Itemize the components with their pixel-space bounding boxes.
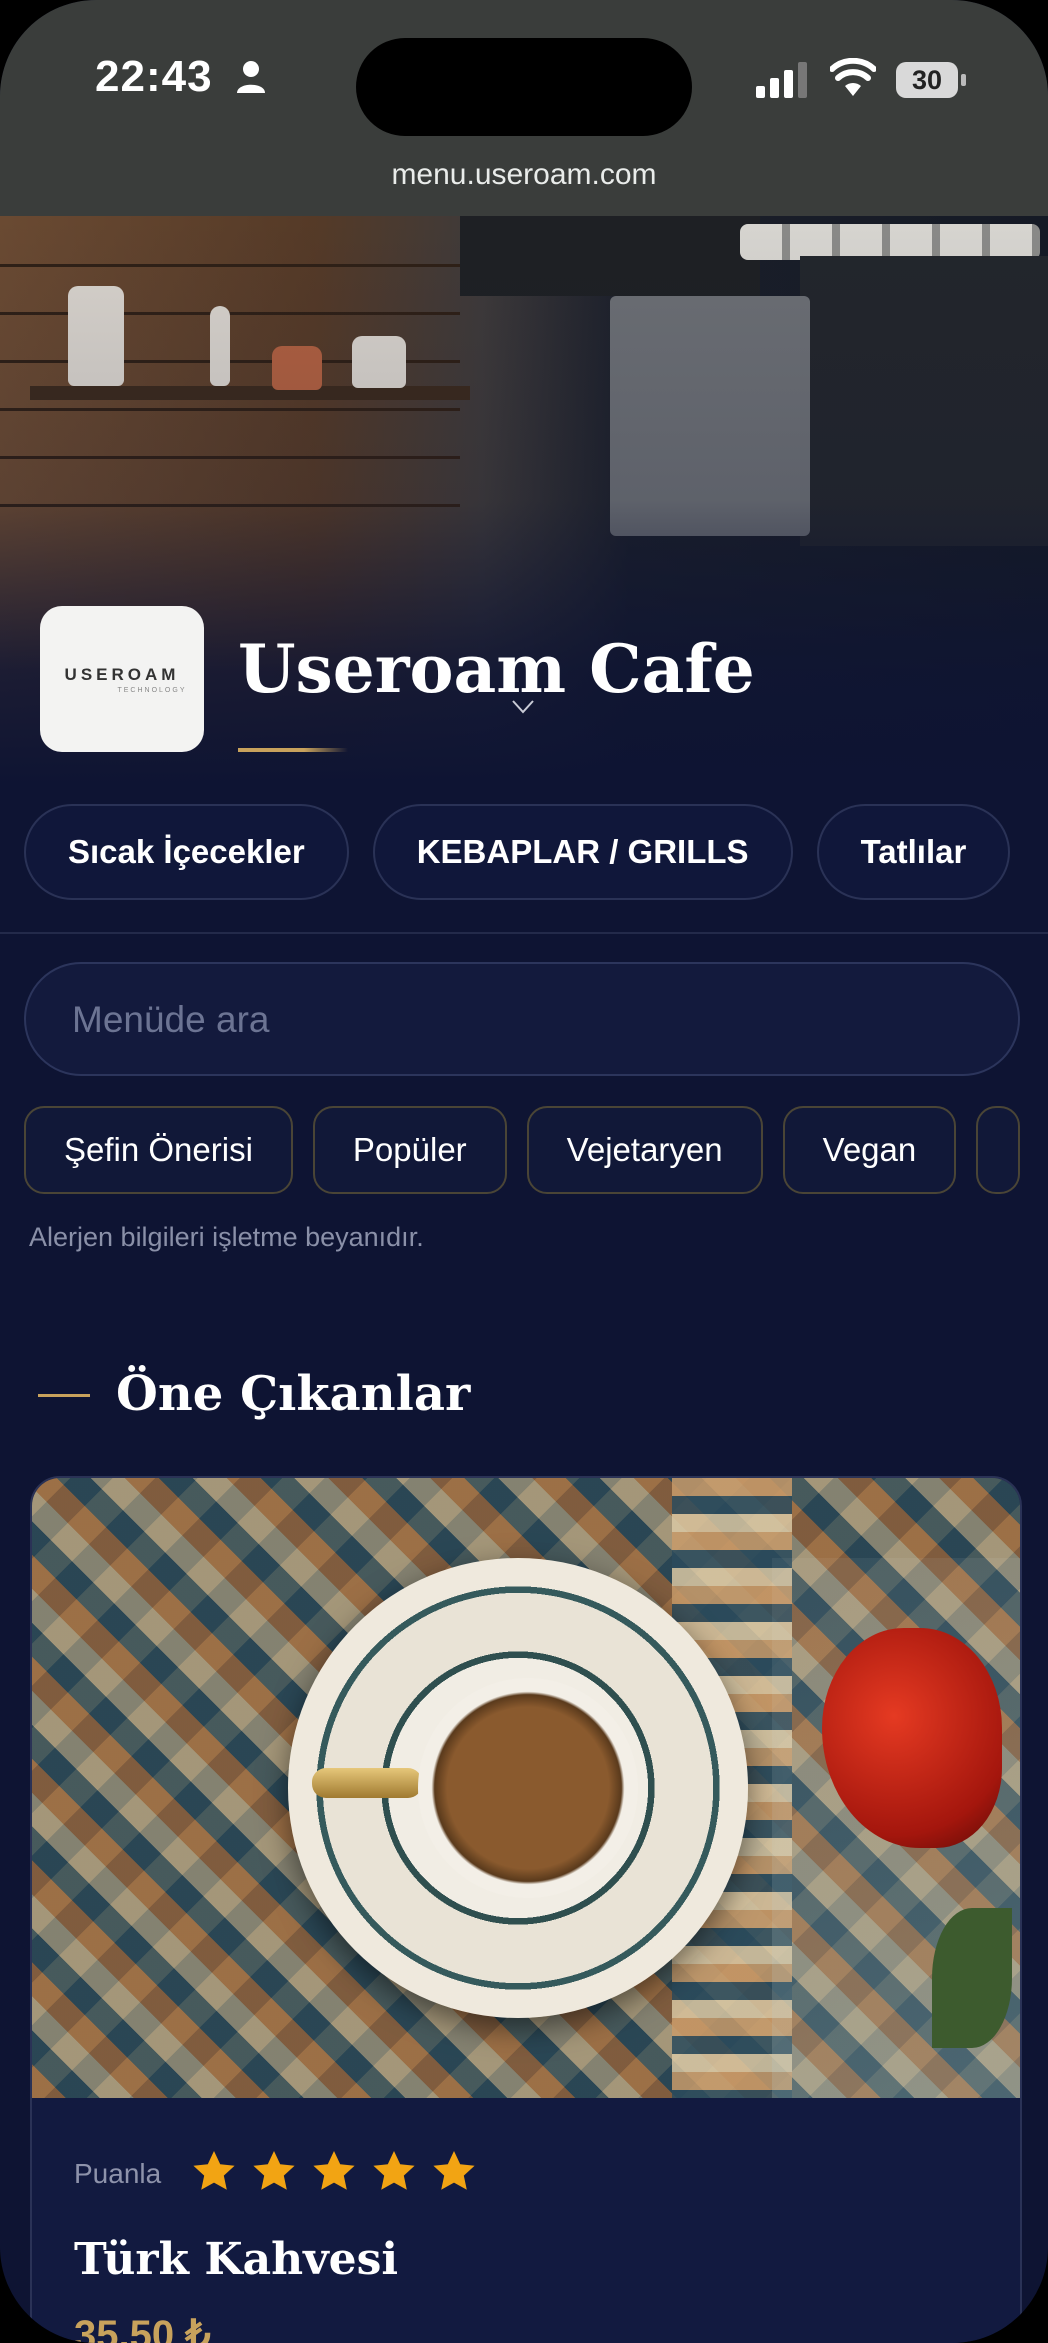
filter-chip-more[interactable] (976, 1106, 1021, 1194)
star-icon[interactable] (370, 2148, 418, 2196)
category-tab-sicak-icecekler[interactable]: Sıcak İçecekler (24, 804, 349, 900)
battery-icon: 30 (896, 62, 966, 98)
cafe-title: Useroam Cafe (238, 630, 755, 708)
item-name: Türk Kahvesi (74, 2234, 399, 2285)
status-bar: 22:43 30 (0, 0, 1048, 150)
browser-url[interactable]: menu.useroam.com (0, 158, 1048, 192)
filter-chips: Şefin Önerisi Popüler Vejetaryen Vegan (24, 1106, 1021, 1194)
battery-level: 30 (896, 62, 958, 98)
wifi-icon (830, 58, 876, 96)
logo-subtext: TECHNOLOGY (117, 686, 187, 694)
title-underline (238, 748, 348, 752)
category-tabs: Sıcak İçecekler KEBAPLAR / GRILLS Tatlıl… (24, 804, 1011, 900)
search-input[interactable] (70, 964, 974, 1076)
category-tab-kebaplar[interactable]: KEBAPLAR / GRILLS (372, 804, 793, 900)
search-box[interactable] (24, 962, 1020, 1076)
chevron-down-icon[interactable] (512, 700, 534, 714)
star-icon[interactable] (190, 2148, 238, 2196)
star-icon[interactable] (430, 2148, 478, 2196)
allergen-note: Alerjen bilgileri işletme beyanıdır. (29, 1222, 424, 1252)
rating-label: Puanla (74, 2158, 162, 2189)
cellular-signal-icon (756, 62, 807, 98)
section-accent-line (38, 1394, 90, 1397)
featured-item-card[interactable]: Puanla Türk Kahvesi 35,50 ₺ (30, 1476, 1022, 2343)
logo-text: USEROAM (64, 664, 180, 684)
filter-chip-vegan[interactable]: Vegan (782, 1106, 957, 1194)
phone-screen: 22:43 30 menu.useroam.com USEROAM TECHNO… (0, 0, 1048, 2343)
divider (0, 932, 1048, 934)
person-icon (237, 61, 265, 93)
category-tab-tatlilar[interactable]: Tatlılar (816, 804, 1011, 900)
filter-chip-popular[interactable]: Popüler (312, 1106, 507, 1194)
dynamic-island (356, 38, 692, 136)
filter-chip-vegetarian[interactable]: Vejetaryen (526, 1106, 763, 1194)
item-photo (32, 1478, 1020, 2098)
star-icon[interactable] (310, 2148, 358, 2196)
item-price: 35,50 ₺ (74, 2313, 211, 2343)
rating-stars[interactable] (190, 2148, 478, 2196)
status-time: 22:43 (95, 52, 213, 101)
star-icon[interactable] (250, 2148, 298, 2196)
filter-chip-chef[interactable]: Şefin Önerisi (24, 1106, 293, 1194)
cafe-logo: USEROAM TECHNOLOGY (40, 606, 204, 752)
section-title: Öne Çıkanlar (116, 1366, 471, 1422)
